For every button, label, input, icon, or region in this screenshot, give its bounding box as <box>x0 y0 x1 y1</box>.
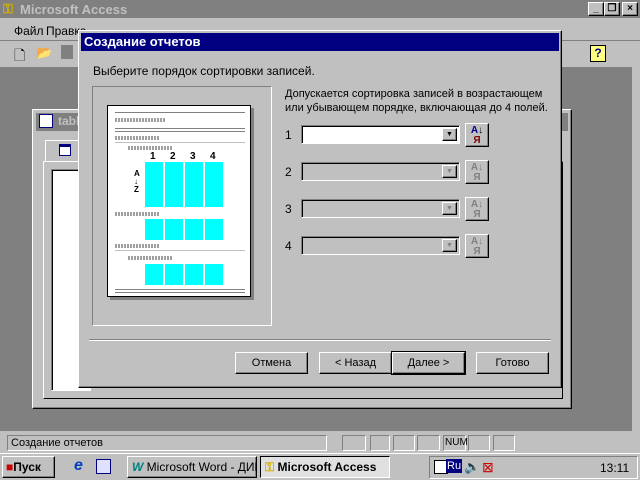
status-indicator <box>393 435 415 451</box>
num-lock-indicator: NUM <box>443 435 468 451</box>
sort-row-number: 2 <box>285 165 292 179</box>
preview-page: 1 2 3 4 А↓Z <box>107 105 251 297</box>
sort-row-number: 1 <box>285 128 292 142</box>
status-indicator <box>493 435 515 451</box>
sort-order-3-button[interactable]: А↓ Я <box>465 197 489 221</box>
taskbar-word[interactable]: W Microsoft Word - ДИПЛО... <box>127 456 257 478</box>
status-text: Создание отчетов <box>7 435 327 451</box>
access-key-icon: ⚿ <box>265 460 275 474</box>
sort-field-2-dropdown[interactable]: ▼ <box>301 162 460 181</box>
status-bar: Создание отчетов NUM <box>0 432 640 453</box>
taskbar-word-label: Microsoft Word - ДИПЛО... <box>146 460 256 474</box>
chevron-down-icon[interactable]: ▼ <box>442 165 457 178</box>
az-label: А↓Z <box>134 169 140 194</box>
sort-field-3-dropdown[interactable]: ▼ <box>301 199 460 218</box>
sort-order-2-button[interactable]: А↓ Я <box>465 160 489 184</box>
status-indicator <box>342 435 366 451</box>
sort-field-4-dropdown[interactable]: ▼ <box>301 236 460 255</box>
finish-button[interactable]: Готово <box>476 352 549 374</box>
start-button[interactable]: ■Пуск <box>2 456 55 478</box>
separator <box>89 339 551 341</box>
table-icon <box>59 144 71 156</box>
language-indicator[interactable]: Ru <box>446 459 463 473</box>
sort-field-1-dropdown[interactable]: ▼ <box>301 125 460 144</box>
word-icon: W <box>132 460 144 474</box>
restore-button[interactable]: ❐ <box>604 2 620 16</box>
minimize-button[interactable]: _ <box>588 2 604 16</box>
preview-panel: 1 2 3 4 А↓Z <box>92 86 272 326</box>
col-label: 3 <box>190 151 196 162</box>
internet-explorer-icon[interactable]: e <box>74 457 83 475</box>
status-indicator <box>468 435 490 451</box>
volume-icon[interactable]: 🔈 <box>464 459 480 475</box>
status-indicator <box>417 435 440 451</box>
back-button[interactable]: < Назад <box>319 352 392 374</box>
dialog-title-bar: Создание отчетов <box>81 33 559 51</box>
open-icon[interactable]: 📂 <box>36 45 52 61</box>
sort-order-4-button[interactable]: А↓ Я <box>465 234 489 258</box>
new-icon[interactable]: 🗋 <box>14 45 25 69</box>
app-title-bar: ⚿ Microsoft Access <box>0 0 640 18</box>
power-icon[interactable]: ⊠ <box>482 459 494 476</box>
report-wizard-dialog: Создание отчетов Выберите порядок сортир… <box>78 30 562 388</box>
taskbar-access-label: Microsoft Access <box>277 460 377 474</box>
info-text: Допускается сортировка записей в возраст… <box>285 88 548 114</box>
chevron-down-icon[interactable]: ▼ <box>442 128 457 141</box>
close-button[interactable]: × <box>622 2 638 16</box>
cancel-button[interactable]: Отмена <box>235 352 308 374</box>
col-label: 4 <box>210 151 216 162</box>
app-title: Microsoft Access <box>20 2 128 17</box>
col-label: 1 <box>150 151 156 162</box>
status-indicator <box>370 435 390 451</box>
desktop-tool-icon[interactable] <box>96 459 111 474</box>
sort-row-number: 4 <box>285 239 292 253</box>
taskbar: ■Пуск e W Microsoft Word - ДИПЛО... ⚿ Mi… <box>0 453 640 480</box>
save-icon[interactable] <box>61 45 73 59</box>
sort-row-number: 3 <box>285 202 292 216</box>
access-key-icon: ⚿ <box>3 1 13 16</box>
taskbar-access[interactable]: ⚿ Microsoft Access <box>260 456 390 478</box>
col-label: 2 <box>170 151 176 162</box>
system-tray: Ru 🔈 ⊠ 13:11 <box>429 456 638 479</box>
help-icon[interactable]: ? <box>590 45 606 62</box>
menu-file[interactable]: Файл <box>14 24 44 38</box>
prompt-text: Выберите порядок сортировки записей. <box>93 64 315 78</box>
database-icon <box>39 114 53 128</box>
chevron-down-icon[interactable]: ▼ <box>442 202 457 215</box>
sort-order-1-button[interactable]: А↓ Я <box>465 123 489 147</box>
next-button[interactable]: Далее > <box>391 351 466 375</box>
database-window-title-text: tabl <box>58 114 80 128</box>
dialog-title: Создание отчетов <box>84 34 201 49</box>
chevron-down-icon[interactable]: ▼ <box>442 239 457 252</box>
start-label: Пуск <box>13 460 41 474</box>
clock[interactable]: 13:11 <box>600 461 629 475</box>
